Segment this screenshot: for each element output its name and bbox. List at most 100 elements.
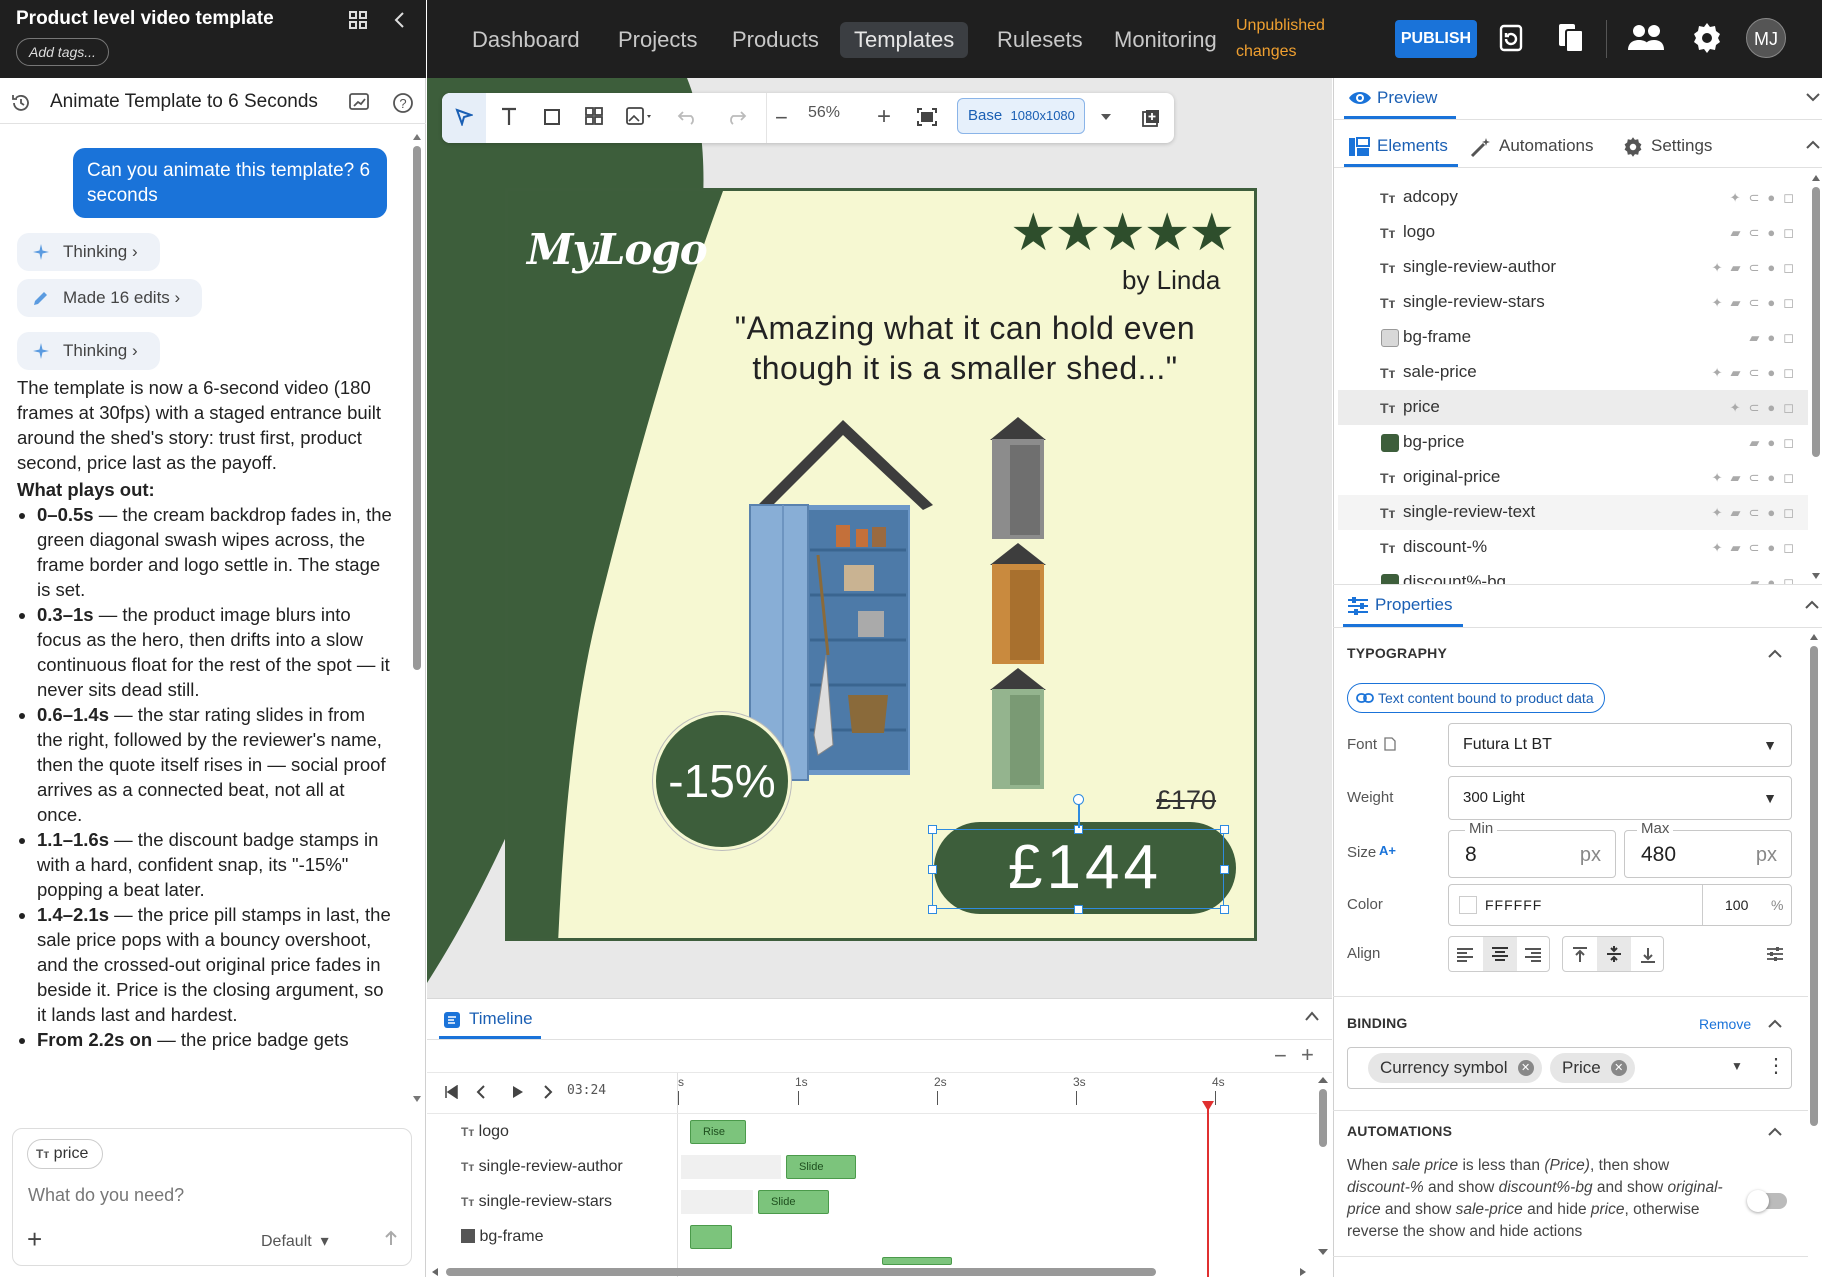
- resize-handle[interactable]: [928, 905, 937, 914]
- font-select[interactable]: Futura Lt BT ▼: [1448, 723, 1792, 767]
- timeline-hscroll[interactable]: [432, 1266, 1312, 1277]
- timeline-tab[interactable]: Timeline: [469, 1009, 533, 1029]
- align-middle-icon[interactable]: [1597, 937, 1631, 971]
- list-item[interactable]: Tт single-review-stars ✦▰⊂●◻: [1338, 285, 1808, 320]
- resize-handle[interactable]: [1074, 905, 1083, 914]
- align-left-icon[interactable]: [1455, 947, 1475, 963]
- gear-icon[interactable]: [1690, 21, 1724, 55]
- timeline-row[interactable]: Tт logo Rise: [427, 1115, 1332, 1150]
- animation-clip[interactable]: [690, 1225, 732, 1249]
- align-right-icon[interactable]: [1523, 947, 1543, 963]
- selection-box[interactable]: [928, 825, 1229, 914]
- playhead[interactable]: [1201, 1101, 1215, 1277]
- select-tool[interactable]: [442, 93, 486, 143]
- chevron-up-icon[interactable]: [1305, 1011, 1319, 1021]
- composer-input[interactable]: What do you need?: [28, 1185, 184, 1206]
- size-min-field[interactable]: Min 8 px: [1448, 820, 1616, 878]
- review-quote[interactable]: "Amazing what it can hold even though it…: [730, 308, 1200, 388]
- timeline-zoom-in[interactable]: +: [1301, 1042, 1314, 1068]
- text-tool-icon[interactable]: [500, 105, 518, 127]
- grid-view-icon[interactable]: [348, 10, 368, 30]
- chevron-up-icon[interactable]: [1768, 1019, 1782, 1029]
- play-icon[interactable]: [512, 1085, 524, 1099]
- list-item[interactable]: Tт sale-price ✦▰⊂●◻: [1338, 355, 1808, 390]
- undo-icon[interactable]: [677, 108, 699, 126]
- review-stars[interactable]: ★★★★★: [1010, 203, 1235, 263]
- chevron-down-icon[interactable]: [1806, 92, 1820, 102]
- resize-handle[interactable]: [928, 825, 937, 834]
- thinking-chip[interactable]: Thinking ›: [17, 332, 160, 370]
- zoom-out-button[interactable]: −: [775, 105, 788, 131]
- automation-toggle[interactable]: [1747, 1190, 1787, 1212]
- list-item[interactable]: bg-price ▰●◻: [1338, 425, 1808, 460]
- binding-pill-currency[interactable]: Currency symbol ✕: [1368, 1053, 1542, 1083]
- align-bottom-icon[interactable]: [1639, 946, 1657, 964]
- template-title[interactable]: Product level video template: [16, 8, 274, 30]
- step-forward-icon[interactable]: [543, 1085, 553, 1099]
- align-top-icon[interactable]: [1571, 946, 1589, 964]
- chevron-up-icon[interactable]: [1768, 649, 1782, 659]
- automation-rule[interactable]: When sale price is less than (Price), th…: [1347, 1155, 1732, 1243]
- list-item[interactable]: Tт single-review-author ✦▰⊂●◻: [1338, 250, 1808, 285]
- chevron-down-icon[interactable]: [1100, 113, 1112, 121]
- timeline-vscroll[interactable]: [1316, 1075, 1330, 1257]
- add-size-icon[interactable]: [1141, 108, 1161, 128]
- ad-logo[interactable]: MyLogo: [527, 225, 708, 274]
- product-variants[interactable]: [986, 415, 1050, 800]
- nav-dashboard[interactable]: Dashboard: [458, 22, 594, 58]
- resize-handle[interactable]: [1220, 865, 1229, 874]
- timeline-zoom-out[interactable]: −: [1274, 1043, 1287, 1069]
- list-item[interactable]: Tт adcopy ✦⊂●◻: [1338, 180, 1808, 215]
- binding-field[interactable]: Currency symbol ✕ Price ✕ ▼ ⋮: [1347, 1047, 1792, 1089]
- properties-scrollbar[interactable]: [1808, 632, 1820, 1262]
- animation-clip[interactable]: Slide: [758, 1190, 829, 1214]
- timeline-row[interactable]: Tт single-review-stars Slide: [427, 1185, 1332, 1220]
- resize-handle[interactable]: [1220, 905, 1229, 914]
- original-price[interactable]: £170: [1156, 785, 1216, 816]
- binding-pill-price[interactable]: Price ✕: [1550, 1053, 1635, 1083]
- animation-clip[interactable]: [882, 1257, 952, 1265]
- collapse-panel-icon[interactable]: [392, 10, 408, 30]
- timeline-row[interactable]: Tт single-review-author Slide: [427, 1150, 1332, 1185]
- animation-clip[interactable]: Slide: [786, 1155, 856, 1179]
- nav-templates[interactable]: Templates: [840, 22, 969, 58]
- list-item[interactable]: Tт original-price ✦▰⊂●◻: [1338, 460, 1808, 495]
- layout-tool-icon[interactable]: [584, 106, 604, 126]
- resize-handle[interactable]: [928, 865, 937, 874]
- send-icon[interactable]: [383, 1229, 399, 1247]
- weight-select[interactable]: 300 Light ▼: [1448, 776, 1792, 820]
- list-item[interactable]: Tт single-review-text ✦▰⊂●◻: [1338, 495, 1808, 530]
- more-typography-icon[interactable]: [1766, 945, 1784, 963]
- publish-button[interactable]: PUBLISH: [1395, 20, 1477, 58]
- chevron-up-icon[interactable]: [1806, 140, 1820, 150]
- tab-automations[interactable]: Automations: [1499, 134, 1594, 158]
- remove-binding-button[interactable]: Remove: [1699, 1016, 1751, 1032]
- duplicate-icon[interactable]: [1557, 22, 1585, 54]
- help-icon[interactable]: ?: [392, 92, 414, 114]
- history-icon[interactable]: [10, 92, 32, 114]
- elements-scrollbar[interactable]: [1810, 173, 1822, 653]
- time-ruler[interactable]: s 1s 2s 3s 4s: [678, 1073, 1318, 1113]
- chevron-up-icon[interactable]: [1768, 1127, 1782, 1137]
- auto-size-icon[interactable]: A+: [1379, 843, 1396, 858]
- nav-projects[interactable]: Projects: [604, 22, 711, 58]
- nav-products[interactable]: Products: [718, 22, 833, 58]
- avatar[interactable]: MJ: [1746, 18, 1786, 58]
- nav-rulesets[interactable]: Rulesets: [983, 22, 1097, 58]
- step-back-icon[interactable]: [476, 1085, 486, 1099]
- model-select[interactable]: Default ▾: [261, 1231, 329, 1251]
- timeline-row[interactable]: bg-frame: [427, 1220, 1332, 1255]
- nav-monitoring[interactable]: Monitoring: [1100, 22, 1231, 58]
- properties-tab[interactable]: Properties: [1375, 593, 1452, 617]
- list-item[interactable]: discount%-bg ▰●◻: [1338, 565, 1808, 584]
- color-field[interactable]: FFFFFF 100 %: [1448, 884, 1792, 926]
- team-icon[interactable]: [1627, 24, 1665, 52]
- review-author[interactable]: by Linda: [1122, 265, 1220, 296]
- size-max-field[interactable]: Max 480 px: [1624, 820, 1792, 878]
- rotate-handle[interactable]: [1073, 794, 1084, 805]
- add-tags-button[interactable]: Add tags...: [16, 38, 109, 66]
- discount-badge[interactable]: -15%: [653, 712, 791, 850]
- add-attachment-button[interactable]: +: [27, 1226, 42, 1252]
- image-tool-icon[interactable]: [625, 106, 655, 128]
- list-item-selected[interactable]: Tт price ✦⊂●◻: [1338, 390, 1808, 425]
